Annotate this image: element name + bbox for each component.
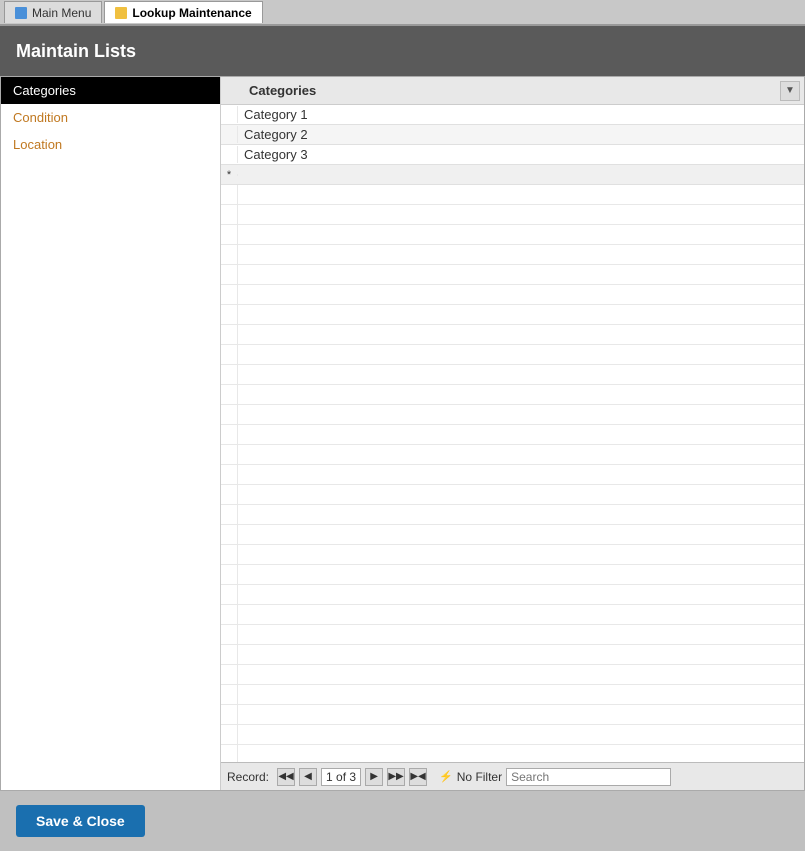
grid-dropdown-button[interactable]: ▼ [780,81,800,101]
empty-row [221,365,804,385]
search-input[interactable] [506,768,671,786]
empty-row [221,305,804,325]
empty-row [221,645,804,665]
empty-row [221,465,804,485]
empty-row [221,685,804,705]
empty-row [221,605,804,625]
lookup-maintenance-icon [115,7,127,19]
sidebar: Categories Condition Location [1,77,221,790]
empty-row [221,545,804,565]
sidebar-item-categories[interactable]: Categories [1,77,220,104]
empty-row [221,445,804,465]
nav-prev-button[interactable]: ◀ [299,768,317,786]
table-row[interactable]: Category 1 [221,105,804,125]
empty-row [221,665,804,685]
table-row[interactable]: Category 3 [221,145,804,165]
empty-row [221,325,804,345]
new-row[interactable]: * [221,165,804,185]
empty-rows [221,185,804,762]
tab-lookup-maintenance[interactable]: Lookup Maintenance [104,1,262,23]
new-row-cell[interactable] [237,174,804,176]
empty-row [221,705,804,725]
nav-next-button[interactable]: ▶ [365,768,383,786]
empty-row [221,185,804,205]
empty-row [221,565,804,585]
tab-main-menu[interactable]: Main Menu [4,1,102,23]
right-panel: Categories ▼ Category 1 Category 2 Categ… [221,77,804,790]
sidebar-item-location[interactable]: Location [1,131,220,158]
nav-first-button[interactable]: ◀◀ [277,768,295,786]
footer-bar: Save & Close [0,791,805,851]
grid-cell[interactable]: Category 3 [237,146,804,163]
empty-row [221,405,804,425]
grid-cell[interactable]: Category 2 [237,126,804,143]
filter-icon: ⚡ [439,770,453,783]
table-row[interactable]: Category 2 [221,125,804,145]
save-close-button[interactable]: Save & Close [16,805,145,837]
empty-row [221,725,804,745]
nav-filter: ⚡ No Filter [439,770,502,784]
empty-row [221,505,804,525]
empty-row [221,265,804,285]
tab-bar: Main Menu Lookup Maintenance [0,0,805,26]
tab-main-menu-label: Main Menu [32,6,91,20]
main-menu-icon [15,7,27,19]
empty-row [221,245,804,265]
empty-row [221,205,804,225]
nav-record-display[interactable]: 1 of 3 [321,768,361,786]
main-content: Categories Condition Location Categories… [0,76,805,791]
nav-bar: Record: ◀◀ ◀ 1 of 3 ▶ ▶▶ ▶◀ ⚡ No Filter [221,762,804,790]
grid-column-header: Categories [241,83,780,98]
tab-lookup-maintenance-label: Lookup Maintenance [132,6,251,20]
filter-label: No Filter [457,770,502,784]
record-label: Record: [227,770,269,784]
empty-row [221,745,804,762]
empty-row [221,625,804,645]
empty-row [221,345,804,365]
new-row-indicator: * [221,169,237,181]
page-header: Maintain Lists [0,26,805,76]
sidebar-item-condition[interactable]: Condition [1,104,220,131]
grid-cell[interactable]: Category 1 [237,106,804,123]
nav-end-button[interactable]: ▶◀ [409,768,427,786]
nav-last-button[interactable]: ▶▶ [387,768,405,786]
empty-row [221,385,804,405]
empty-row [221,525,804,545]
page-title: Maintain Lists [16,41,136,62]
grid-body: Category 1 Category 2 Category 3 * [221,105,804,762]
empty-row [221,285,804,305]
grid-header: Categories ▼ [221,77,804,105]
empty-row [221,425,804,445]
empty-row [221,585,804,605]
empty-row [221,225,804,245]
empty-row [221,485,804,505]
